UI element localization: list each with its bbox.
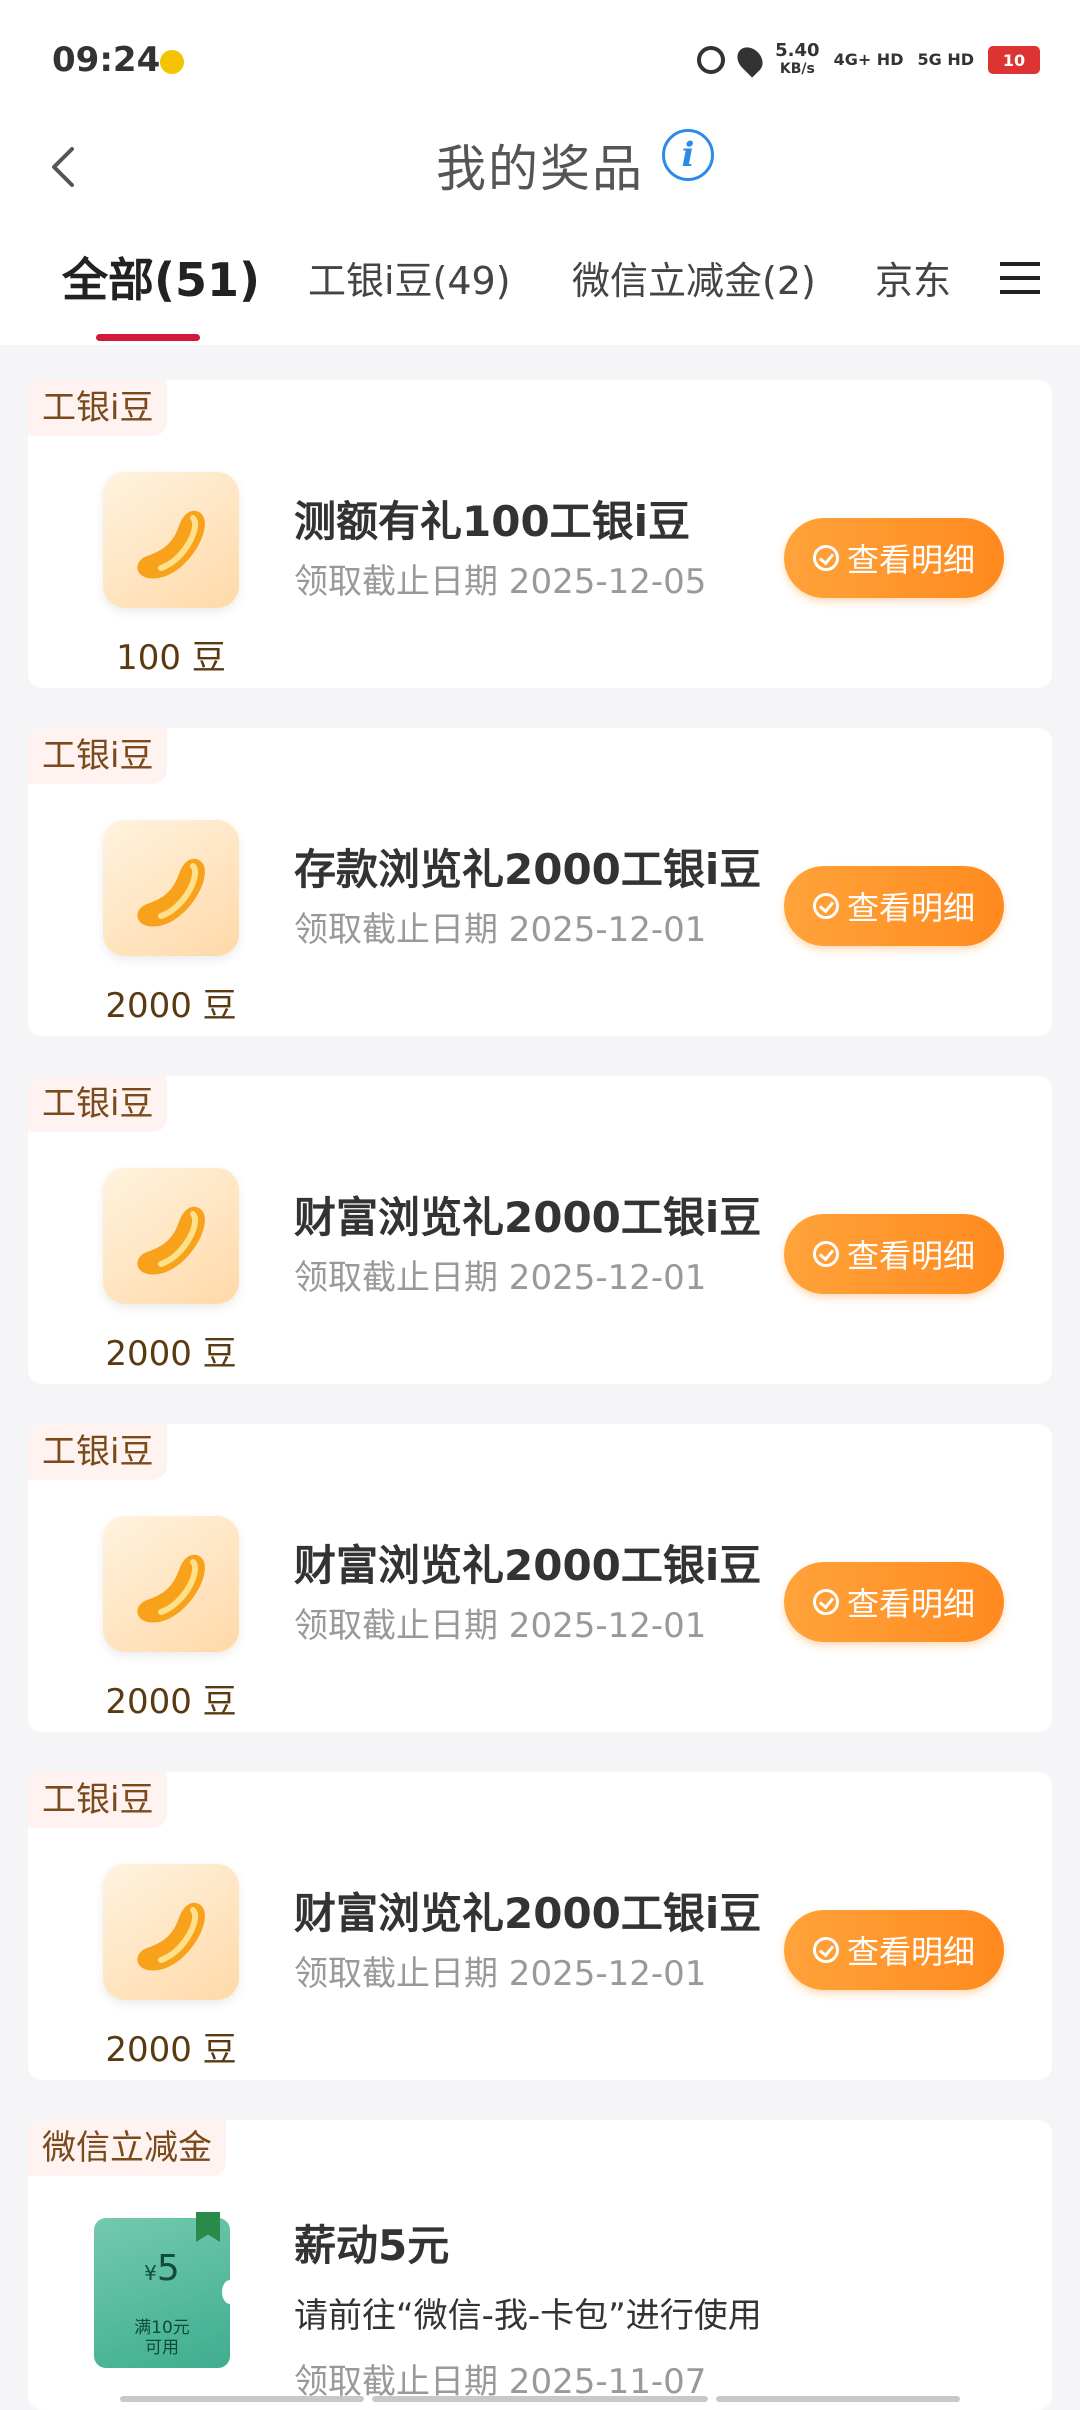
coupon-thumbnail: ¥5 满10元 可用 — [94, 2212, 238, 2368]
view-details-button[interactable]: 查看明细 — [784, 866, 1004, 946]
prize-category-tag: 微信立减金 — [28, 2120, 226, 2176]
view-details-button[interactable]: 查看明细 — [784, 1562, 1004, 1642]
page-title: 我的奖品 — [436, 140, 644, 198]
prize-category-tag: 工银i豆 — [28, 380, 168, 436]
check-circle-icon — [812, 1241, 839, 1267]
bean-amount: 2000 豆 — [105, 1334, 237, 1374]
prize-card: 工银i豆 2000 豆 财富浏览礼2000工银i豆 领取截止日期 2025-12… — [28, 1424, 1052, 1732]
tab-jd-clip: 京东 — [870, 230, 960, 330]
view-details-label: 查看明细 — [846, 1237, 975, 1275]
prize-category-tag: 工银i豆 — [28, 1076, 168, 1132]
usage-instruction: 请前往“微信-我-卡包”进行使用 — [294, 2296, 762, 2336]
network-speed-unit: KB/s — [779, 61, 815, 77]
prize-category-tag: 工银i豆 — [28, 1772, 168, 1828]
prize-card: 工银i豆 2000 豆 财富浏览礼2000工银i豆 领取截止日期 2025-12… — [28, 1772, 1052, 2080]
bean-icon — [137, 510, 205, 579]
prize-name: 测额有礼100工银i豆 — [294, 497, 691, 546]
prize-card: 工银i豆 2000 豆 财富浏览礼2000工银i豆 领取截止日期 2025-12… — [28, 1076, 1052, 1384]
info-icon[interactable]: i — [662, 129, 714, 181]
check-circle-icon — [812, 1589, 839, 1615]
bean-thumbnail — [103, 1864, 239, 2000]
bean-amount: 2000 豆 — [105, 1682, 237, 1722]
coupon-currency: ¥ — [144, 2261, 157, 2285]
view-details-label: 查看明细 — [846, 889, 975, 927]
category-tabs: 全部(51) 工银i豆(49) 微信立减金(2) 京东 — [0, 230, 1080, 345]
coupon-value: 5 — [156, 2248, 180, 2289]
bean-thumbnail — [103, 472, 239, 608]
claim-deadline: 领取截止日期 2025-12-05 — [294, 562, 707, 602]
prize-name: 财富浏览礼2000工银i豆 — [294, 1541, 762, 1590]
claim-deadline: 领取截止日期 2025-12-01 — [294, 1954, 707, 1994]
scroll-indicator — [372, 2396, 708, 2402]
battery-icon: 10 — [988, 46, 1040, 74]
prize-card: 工银i豆 100 豆 测额有礼100工银i豆 领取截止日期 2025-12-05… — [28, 380, 1052, 688]
view-details-button[interactable]: 查看明细 — [784, 1214, 1004, 1294]
claim-deadline: 领取截止日期 2025-12-01 — [294, 910, 707, 950]
active-tab-indicator — [96, 334, 200, 341]
bean-thumbnail — [103, 820, 239, 956]
menu-list-icon[interactable] — [1000, 260, 1040, 296]
view-details-label: 查看明细 — [846, 541, 975, 579]
status-indicators: 5.40 KB/s 4G+ HD 5G HD 10 — [697, 40, 1040, 80]
claim-deadline: 领取截止日期 2025-12-01 — [294, 1258, 707, 1298]
coupon-amount: ¥5 — [94, 2248, 230, 2289]
location-icon — [732, 42, 768, 78]
tab-wechat-coupon[interactable]: 微信立减金(2) — [572, 250, 816, 305]
prize-name: 财富浏览礼2000工银i豆 — [294, 1193, 762, 1242]
bean-icon — [137, 1902, 205, 1971]
bean-icon — [137, 1554, 205, 1623]
scroll-indicator — [120, 2396, 364, 2402]
bean-icon — [137, 858, 205, 927]
claim-deadline: 领取截止日期 2025-12-01 — [294, 1606, 707, 1646]
prize-category-tag: 工银i豆 — [28, 728, 168, 784]
bean-icon — [137, 1206, 205, 1275]
signal-4g-icon: 4G+ HD — [833, 50, 904, 69]
alarm-icon — [697, 46, 726, 74]
signal-5g-icon: 5G HD — [917, 50, 974, 69]
bean-amount: 2000 豆 — [105, 2030, 237, 2070]
prize-name: 薪动5元 — [294, 2221, 450, 2270]
status-time: 09:24 — [52, 40, 161, 80]
bean-amount: 2000 豆 — [105, 986, 237, 1026]
view-details-label: 查看明细 — [846, 1933, 975, 1971]
coin-notification-icon — [160, 50, 184, 74]
tab-all[interactable]: 全部(51) — [62, 244, 260, 310]
scroll-indicator — [716, 2396, 960, 2402]
view-details-button[interactable]: 查看明细 — [784, 1910, 1004, 1990]
coupon-condition: 满10元 可用 — [94, 2318, 230, 2358]
view-details-button[interactable]: 查看明细 — [784, 518, 1004, 598]
prize-name: 存款浏览礼2000工银i豆 — [294, 845, 762, 894]
tab-icbc-beans[interactable]: 工银i豆(49) — [308, 250, 511, 305]
bean-amount: 100 豆 — [116, 638, 226, 678]
coupon-condition-line2: 可用 — [145, 2338, 179, 2358]
bean-thumbnail — [103, 1168, 239, 1304]
bean-thumbnail — [103, 1516, 239, 1652]
prize-card: 工银i豆 2000 豆 存款浏览礼2000工银i豆 领取截止日期 2025-12… — [28, 728, 1052, 1036]
network-speed: 5.40 KB/s — [775, 42, 819, 78]
check-circle-icon — [812, 545, 839, 571]
prize-category-tag: 工银i豆 — [28, 1424, 168, 1480]
check-circle-icon — [812, 893, 839, 919]
check-circle-icon — [812, 1937, 839, 1963]
coupon-condition-line1: 满10元 — [134, 2318, 190, 2338]
network-speed-value: 5.40 — [775, 40, 820, 61]
wechat-coupon-card: 微信立减金 ¥5 满10元 可用 薪动5元 请前往“微信-我-卡包”进行使用 领… — [28, 2120, 1052, 2410]
status-bar: 09:24 5.40 KB/s 4G+ HD 5G HD 10 — [0, 0, 1080, 125]
page-header: 我的奖品 i — [0, 125, 1080, 230]
prize-name: 财富浏览礼2000工银i豆 — [294, 1889, 762, 1938]
view-details-label: 查看明细 — [846, 1585, 975, 1623]
coupon-ribbon-icon — [196, 2212, 220, 2242]
tab-jd[interactable]: 京东 — [875, 250, 951, 305]
